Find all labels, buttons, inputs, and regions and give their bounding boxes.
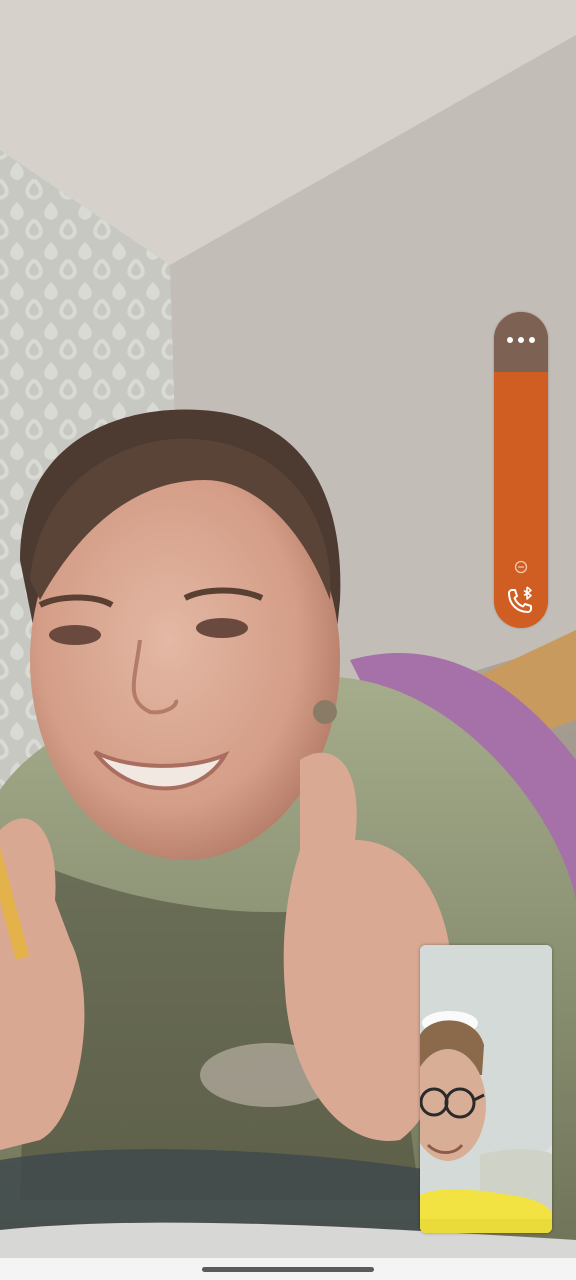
self-video-image	[420, 945, 552, 1233]
system-navigation-bar	[0, 1258, 576, 1280]
more-options-button[interactable]	[494, 312, 548, 368]
more-horizontal-icon	[507, 337, 535, 343]
minus-circle-icon	[514, 560, 528, 574]
self-video-preview[interactable]	[420, 945, 552, 1233]
video-call-screen	[0, 0, 576, 1280]
home-gesture-handle[interactable]	[202, 1267, 374, 1272]
phone-bluetooth-icon[interactable]	[501, 582, 541, 622]
call-controls-pill	[494, 312, 548, 628]
